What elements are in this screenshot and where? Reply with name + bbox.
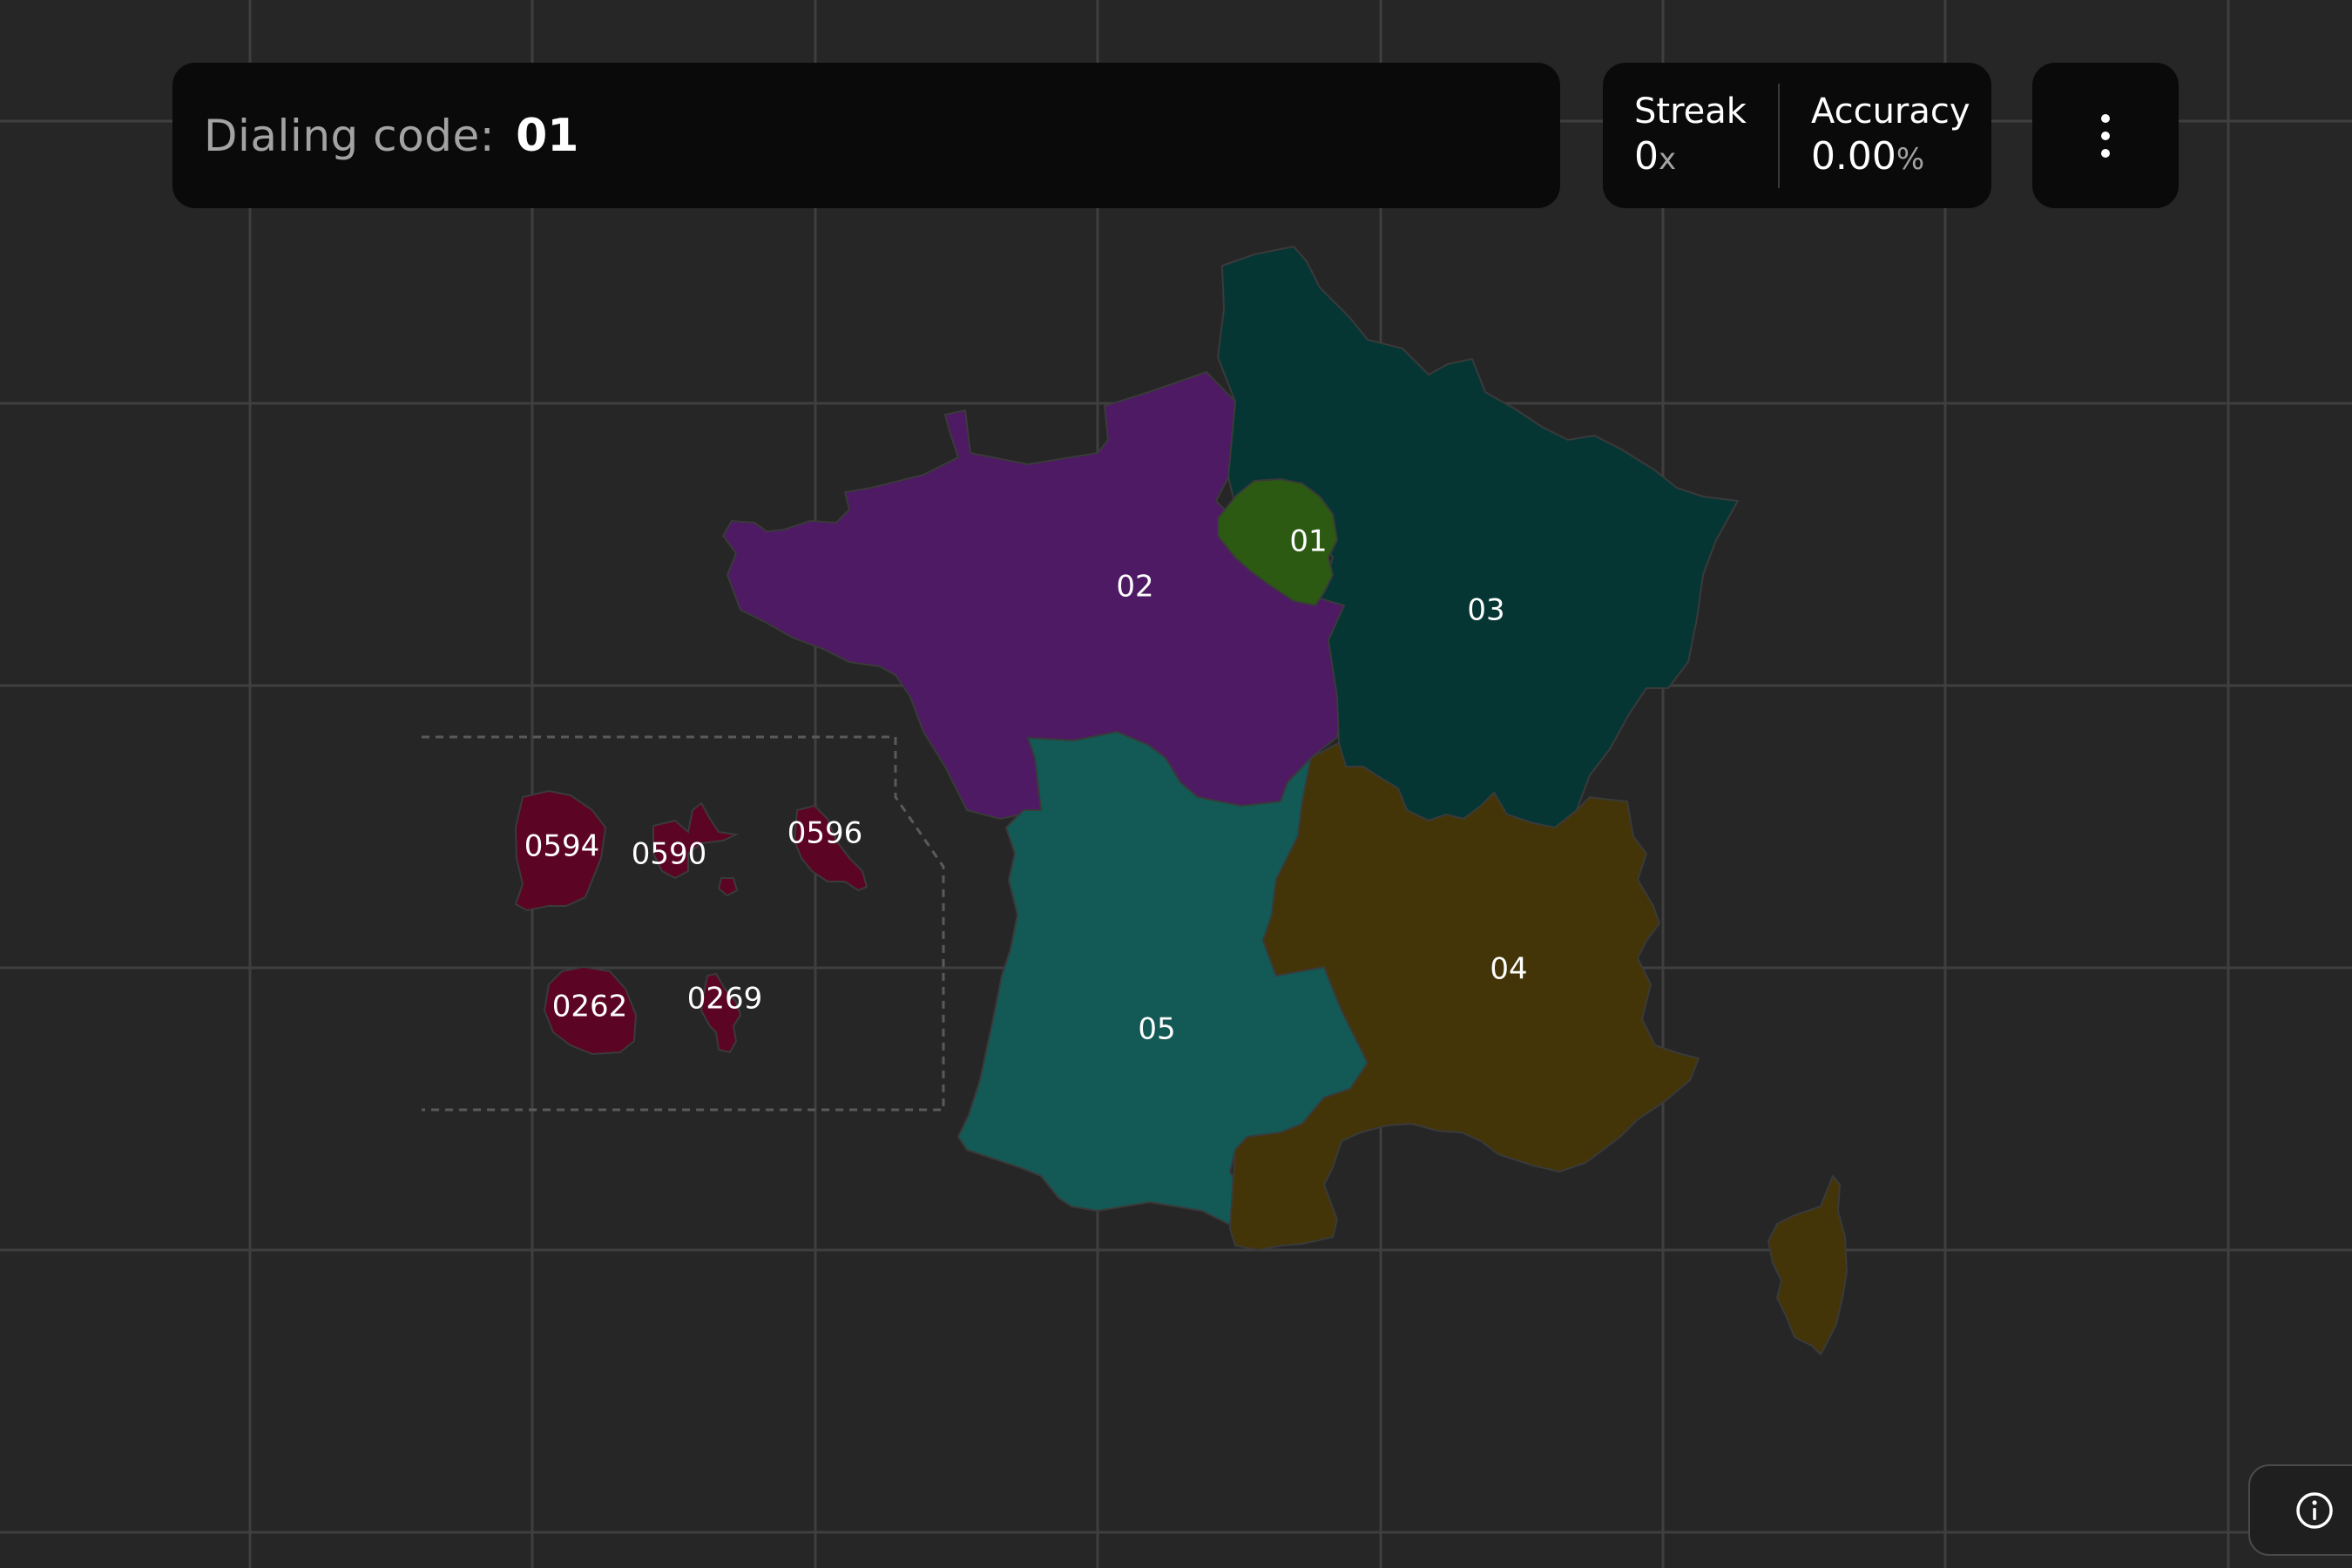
stats-panel: Streak 0x Accuracy 0.00% (1603, 63, 1991, 208)
info-icon (2296, 1491, 2333, 1529)
streak-value-line: 0x (1634, 132, 1747, 180)
vertical-dots-icon-dot (2101, 131, 2110, 140)
streak-value: 0 (1634, 134, 1659, 179)
prompt-value: 01 (516, 109, 579, 162)
overseas-inset-border (422, 735, 945, 1112)
accuracy-value: 0.00 (1810, 134, 1896, 179)
menu-button[interactable] (2032, 63, 2179, 208)
streak-stat: Streak 0x (1603, 91, 1747, 180)
region-0262[interactable] (543, 965, 638, 1056)
accuracy-unit: % (1896, 142, 1925, 177)
accuracy-stat: Accuracy 0.00% (1780, 91, 1970, 180)
streak-title: Streak (1634, 91, 1747, 132)
map: 01 02 03 04 05 0594 0590 0596 0262 0269 (0, 0, 2352, 1568)
accuracy-value-line: 0.00% (1811, 132, 1970, 180)
accuracy-title: Accuracy (1810, 91, 1970, 132)
vertical-dots-icon-dot (2101, 148, 2110, 158)
region-0590-islet[interactable] (717, 877, 739, 897)
region-0594[interactable] (514, 789, 607, 912)
region-0590[interactable] (652, 801, 740, 880)
region-0596[interactable] (793, 804, 868, 892)
streak-unit: x (1659, 142, 1677, 177)
info-button[interactable] (2248, 1464, 2352, 1556)
region-04-corsica[interactable] (1767, 1174, 1848, 1356)
prompt-label: Dialing code: (204, 110, 496, 161)
vertical-dots-icon (2101, 113, 2110, 123)
prompt-panel: Dialing code: 01 (172, 63, 1560, 208)
region-0269[interactable] (700, 972, 742, 1054)
